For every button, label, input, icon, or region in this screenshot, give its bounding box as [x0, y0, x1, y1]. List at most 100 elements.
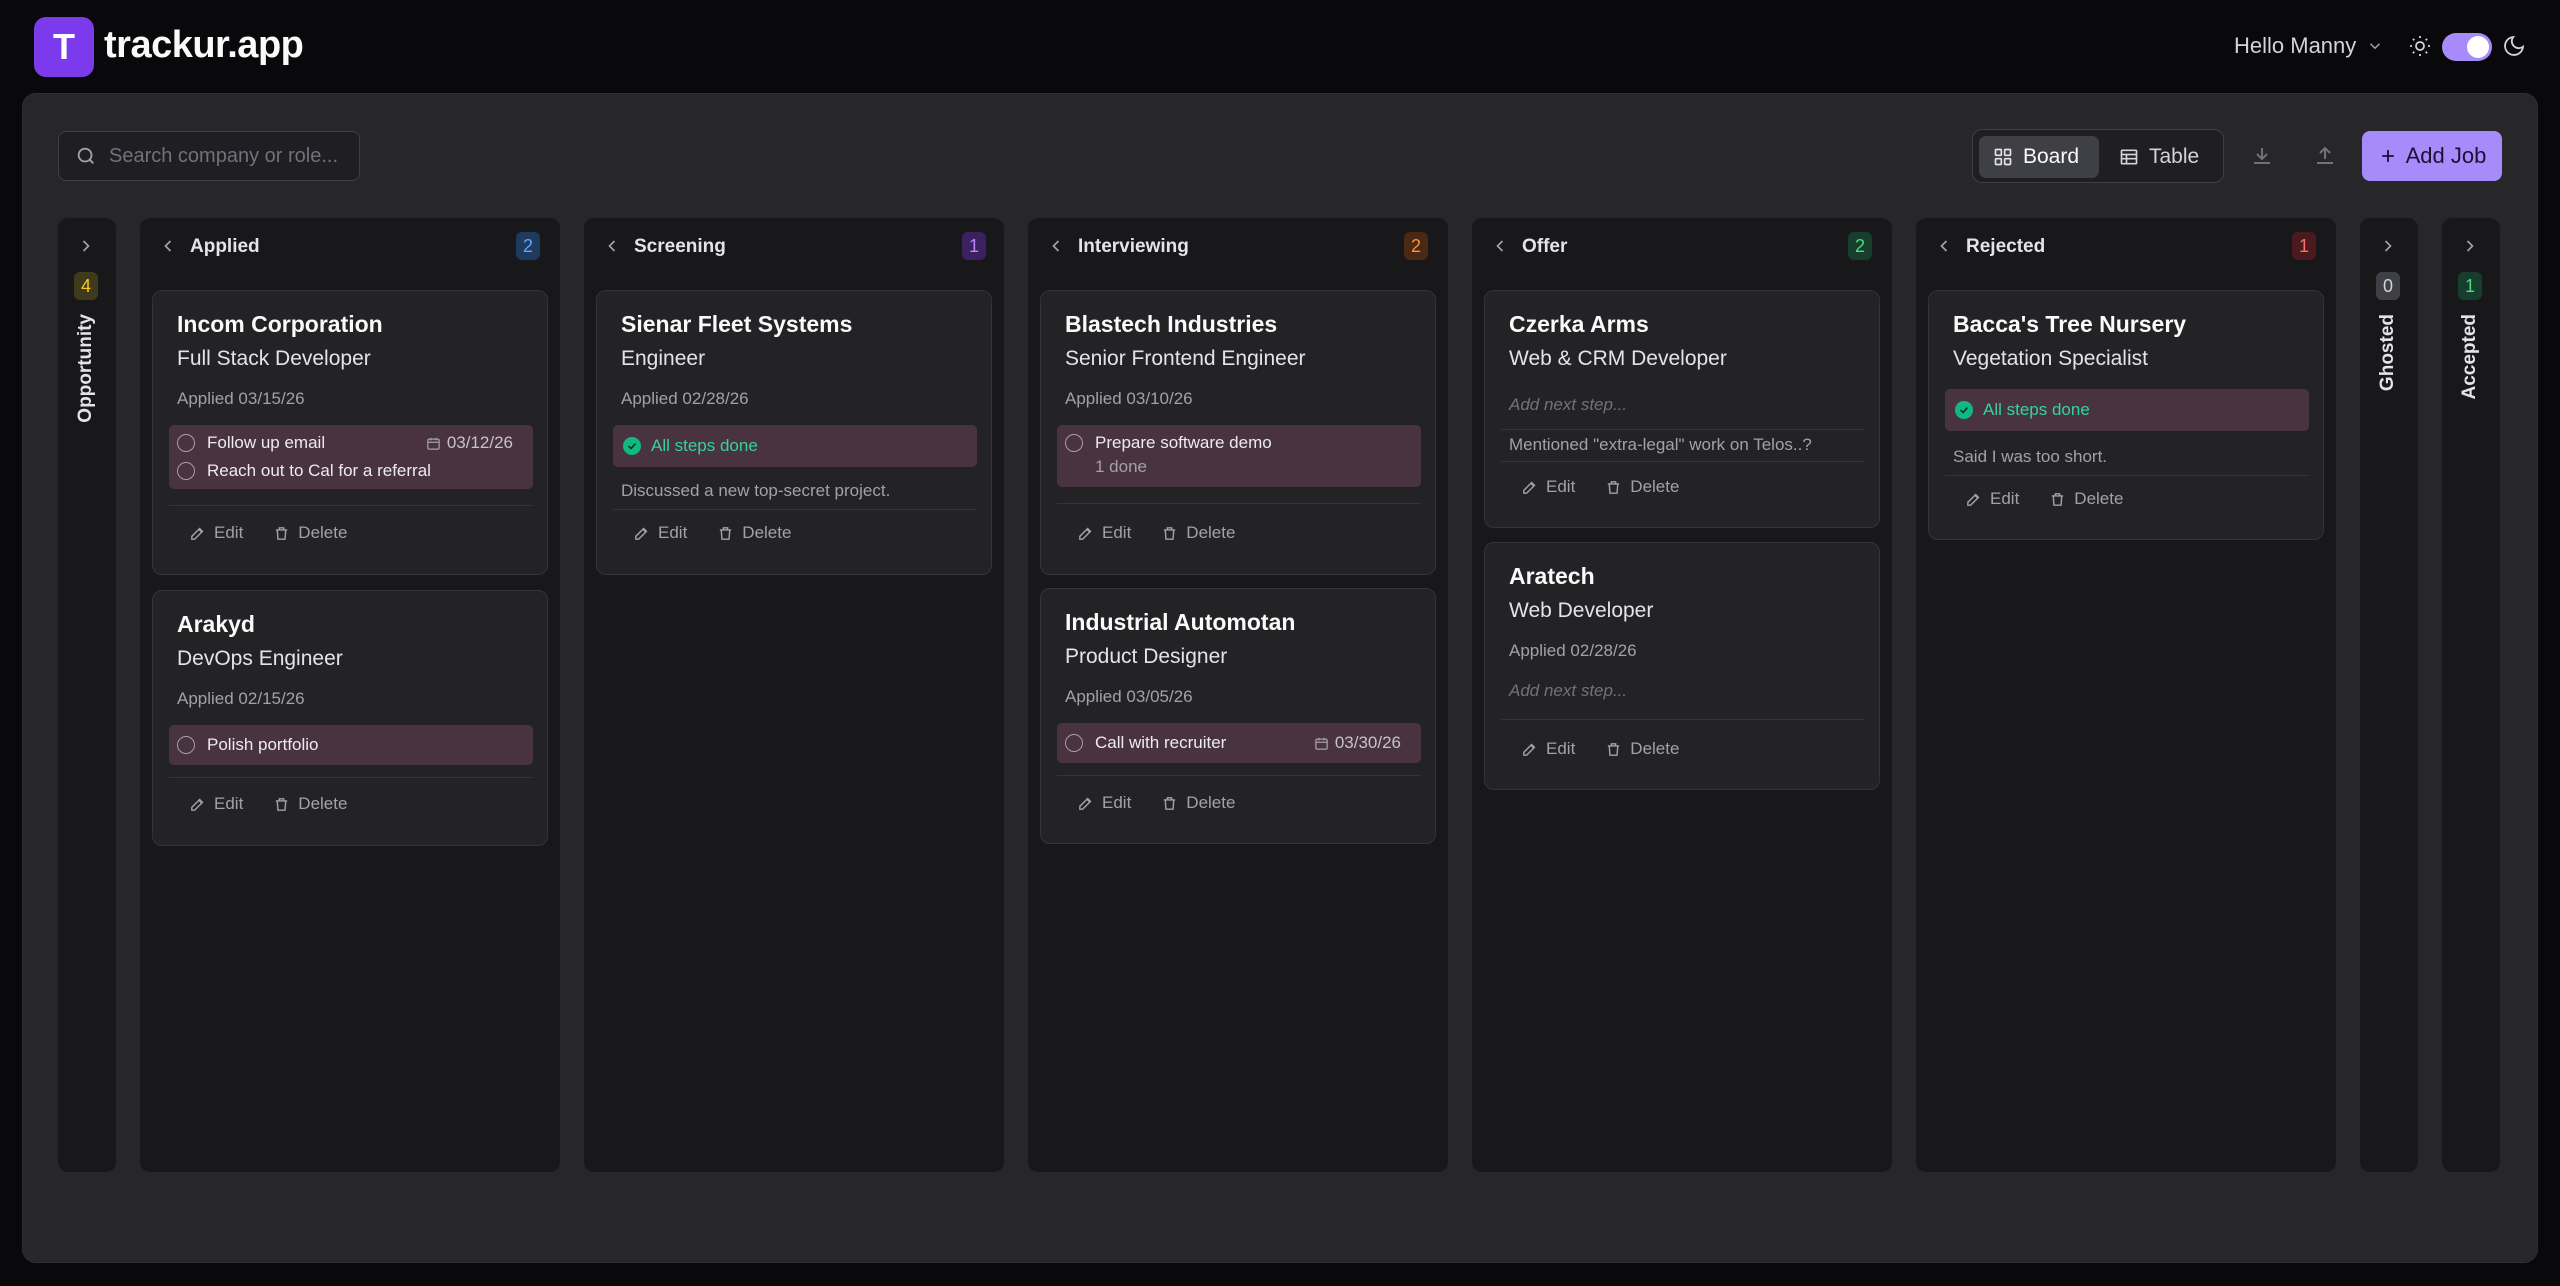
theme-toggle[interactable]	[2442, 33, 2492, 61]
step-checkbox[interactable]	[177, 434, 195, 452]
column-header: Rejected 1	[1916, 218, 2336, 276]
edit-button[interactable]: Edit	[1521, 739, 1575, 759]
view-switcher: Board Table	[1972, 129, 2224, 183]
applied-date: Applied 02/28/26	[1509, 641, 1637, 660]
check-circle-icon	[1955, 401, 1973, 419]
card-actions: Edit Delete	[1521, 739, 1679, 759]
job-card-arakyd[interactable]: Arakyd DevOps Engineer Applied 02/15/26 …	[152, 590, 548, 846]
job-role: Full Stack Developer	[177, 347, 371, 370]
app-name[interactable]: trackur.app	[104, 24, 304, 67]
user-menu[interactable]: Hello Manny	[2234, 33, 2384, 59]
top-bar: T trackur.app Hello Manny	[0, 0, 2560, 92]
edit-button[interactable]: Edit	[1521, 477, 1575, 497]
app-logo[interactable]: T	[34, 17, 94, 77]
step-label: Polish portfolio	[207, 735, 319, 754]
delete-button[interactable]: Delete	[273, 794, 347, 814]
plus-icon	[2381, 150, 2394, 162]
steps-status: All steps done	[1945, 389, 2309, 431]
card-actions: Edit Delete	[1965, 489, 2123, 509]
user-greeting: Hello Manny	[2234, 33, 2357, 58]
edit-label: Edit	[1102, 793, 1132, 812]
edit-button[interactable]: Edit	[633, 523, 687, 543]
step-label: Follow up email	[207, 433, 326, 452]
job-card-blastech[interactable]: Blastech Industries Senior Frontend Engi…	[1040, 290, 1436, 575]
board-view-button[interactable]: Board	[1979, 136, 2099, 178]
accepted-column-title[interactable]: Accepted	[2450, 314, 2490, 400]
edit-button[interactable]: Edit	[1077, 793, 1131, 813]
chevron-left-icon[interactable]	[602, 236, 622, 256]
delete-label: Delete	[742, 523, 792, 542]
card-divider	[1057, 775, 1421, 776]
delete-button[interactable]: Delete	[2049, 489, 2123, 509]
edit-button[interactable]: Edit	[1965, 489, 2019, 509]
add-next-step[interactable]: Add next step...	[1509, 681, 1627, 701]
job-card-bacca[interactable]: Bacca's Tree Nursery Vegetation Speciali…	[1928, 290, 2324, 540]
add-job-button[interactable]: Add Job	[2362, 131, 2502, 181]
job-card-sienar[interactable]: Sienar Fleet Systems Engineer Applied 02…	[596, 290, 992, 575]
delete-label: Delete	[298, 523, 348, 542]
search-input[interactable]	[109, 144, 349, 168]
edit-icon	[191, 798, 204, 811]
chevron-right-icon[interactable]	[76, 236, 96, 256]
offer-count-badge: 2	[1848, 232, 1872, 260]
step-item: Reach out to Cal for a referral	[169, 457, 533, 485]
company-name: Aratech	[1509, 563, 1595, 589]
delete-button[interactable]: Delete	[1161, 793, 1235, 813]
edit-icon	[635, 527, 648, 540]
opportunity-column-title[interactable]: Opportunity	[66, 314, 106, 423]
job-card-aratech[interactable]: Aratech Web Developer Applied 02/28/26 A…	[1484, 542, 1880, 790]
job-role: Product Designer	[1065, 645, 1228, 668]
trash-icon	[1164, 526, 1176, 540]
delete-button[interactable]: Delete	[717, 523, 791, 543]
chevron-right-icon[interactable]	[2378, 236, 2398, 256]
column-applied: Applied 2 Incom Corporation Full Stack D…	[140, 218, 560, 1172]
edit-icon	[1523, 743, 1536, 756]
step-label: Reach out to Cal for a referral	[207, 461, 431, 480]
step-item: Prepare software demo	[1057, 429, 1421, 457]
ghosted-column-title[interactable]: Ghosted	[2368, 314, 2408, 391]
job-role: DevOps Engineer	[177, 647, 343, 670]
add-job-label: Add Job	[2405, 143, 2487, 168]
column-ghosted: 0 Ghosted	[2360, 218, 2418, 1172]
delete-button[interactable]: Delete	[1605, 477, 1679, 497]
delete-button[interactable]: Delete	[1161, 523, 1235, 543]
company-name: Bacca's Tree Nursery	[1953, 311, 2187, 337]
edit-button[interactable]: Edit	[189, 794, 243, 814]
search-box[interactable]	[58, 131, 360, 181]
chevron-left-icon[interactable]	[1046, 236, 1066, 256]
upload-button[interactable]	[2309, 140, 2341, 172]
job-role: Web Developer	[1509, 599, 1654, 622]
trash-icon	[1608, 480, 1620, 494]
chevron-left-icon[interactable]	[158, 236, 178, 256]
step-checkbox[interactable]	[177, 462, 195, 480]
screening-count-badge: 1	[962, 232, 986, 260]
download-button[interactable]	[2246, 140, 2278, 172]
add-next-step[interactable]: Add next step...	[1509, 395, 1627, 415]
edit-button[interactable]: Edit	[1077, 523, 1131, 543]
chevron-left-icon[interactable]	[1934, 236, 1954, 256]
chevron-left-icon[interactable]	[1490, 236, 1510, 256]
card-actions: Edit Delete	[1077, 523, 1235, 543]
rejected-column-title: Rejected	[1966, 236, 2046, 257]
trash-icon	[276, 797, 288, 811]
job-card-industrial[interactable]: Industrial Automotan Product Designer Ap…	[1040, 588, 1436, 844]
table-view-button[interactable]: Table	[2105, 136, 2219, 178]
card-actions: Edit Delete	[633, 523, 791, 543]
card-actions: Edit Delete	[189, 794, 347, 814]
card-divider	[613, 509, 977, 510]
job-card-incom[interactable]: Incom Corporation Full Stack Developer A…	[152, 290, 548, 575]
step-checkbox[interactable]	[177, 736, 195, 754]
step-label: Prepare software demo	[1095, 433, 1272, 452]
edit-button[interactable]: Edit	[189, 523, 243, 543]
moon-icon	[2504, 35, 2525, 56]
chevron-right-icon[interactable]	[2460, 236, 2480, 256]
rejected-count-badge: 1	[2292, 232, 2316, 260]
applied-column-title: Applied	[190, 236, 260, 257]
company-name: Blastech Industries	[1065, 311, 1278, 337]
delete-button[interactable]: Delete	[273, 523, 347, 543]
step-checkbox[interactable]	[1065, 734, 1083, 752]
step-checkbox[interactable]	[1065, 434, 1083, 452]
delete-button[interactable]: Delete	[1605, 739, 1679, 759]
steps-done-label: All steps done	[1983, 400, 2090, 419]
job-card-czerka[interactable]: Czerka Arms Web & CRM Developer Add next…	[1484, 290, 1880, 528]
